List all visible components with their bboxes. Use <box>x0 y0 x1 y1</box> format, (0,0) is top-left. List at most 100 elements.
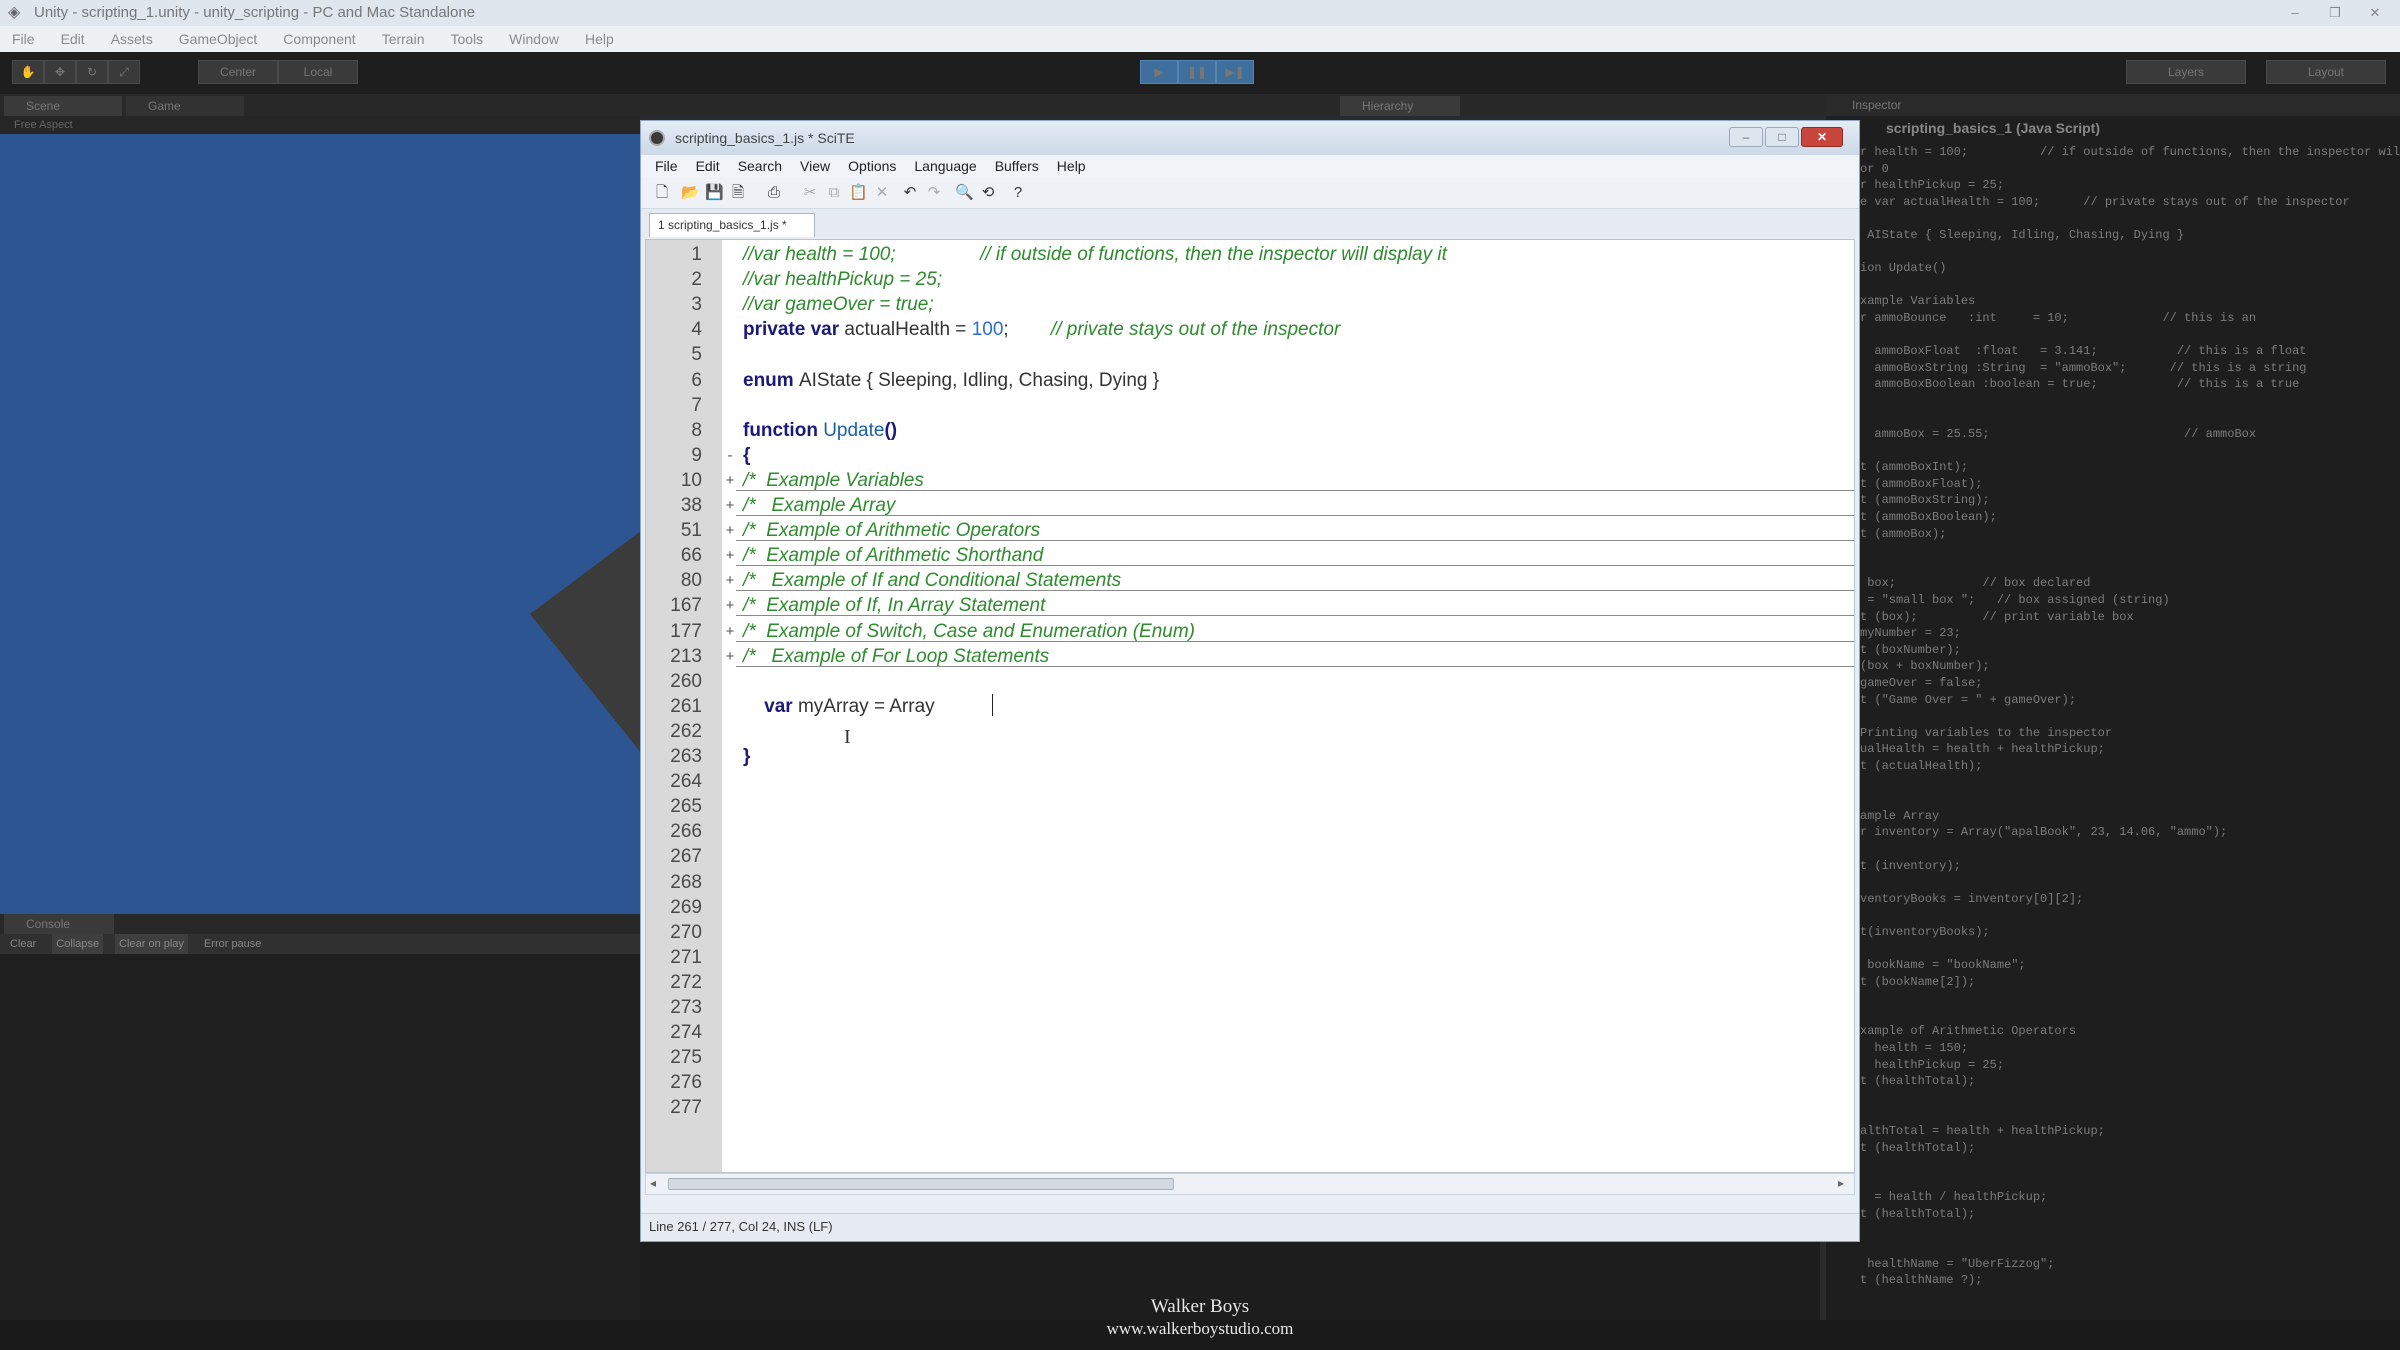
scale-tool-icon[interactable]: ⤢ <box>108 60 140 84</box>
open-file-icon[interactable]: 📂 <box>681 184 700 202</box>
find-replace-icon[interactable]: ⟲ <box>979 184 997 202</box>
menu-component[interactable]: Component <box>283 26 355 52</box>
scroll-left-icon[interactable]: ◂ <box>650 1176 656 1190</box>
line-number: 1 <box>691 244 702 265</box>
editor-status-bar: Line 261 / 277, Col 24, INS (LF) <box>641 1213 1859 1241</box>
pivot-local-toggle[interactable]: Local <box>278 60 358 84</box>
code-token: /* Example of For Loop Statements <box>743 645 1050 667</box>
menu-file[interactable]: File <box>12 26 35 52</box>
tab-hierarchy[interactable]: Hierarchy <box>1340 96 1460 116</box>
ibeam-cursor-icon: I <box>844 726 851 748</box>
code-line: private var actualHealth = 100; // priva… <box>743 317 1340 342</box>
cut-icon[interactable]: ✂ <box>801 184 819 202</box>
print-icon[interactable]: ⎙ <box>765 184 783 202</box>
fold-expand-icon[interactable]: + <box>724 593 736 618</box>
code-token: 100 <box>971 319 1004 341</box>
credit-url: www.walkerboystudio.com <box>1106 1319 1294 1338</box>
code-token: // private stays out of the inspector <box>1035 319 1341 341</box>
editor-menu-help[interactable]: Help <box>1057 155 1086 177</box>
menu-gameobject[interactable]: GameObject <box>179 26 258 52</box>
editor-menu-edit[interactable]: Edit <box>696 155 720 177</box>
editor-menu-file[interactable]: File <box>655 155 678 177</box>
line-number: 9 <box>691 444 702 466</box>
fold-expand-icon[interactable]: + <box>724 568 736 593</box>
tab-scene[interactable]: Scene <box>4 96 122 116</box>
inspector-code-line: ammoBoxFloat :float = 3.141; // this is … <box>1860 344 2307 359</box>
play-button-icon[interactable]: ▶ <box>1140 60 1178 84</box>
line-number: 267 <box>670 846 702 868</box>
scrollbar-thumb[interactable] <box>668 1178 1174 1190</box>
console-toolbar: Clear Collapse Clear on play Error pause <box>0 934 640 954</box>
fold-line <box>736 515 1854 516</box>
fold-expand-icon[interactable]: + <box>724 644 736 669</box>
inspector-code-line: t (healthTotal); <box>1860 1140 1976 1155</box>
editor-menu-buffers[interactable]: Buffers <box>995 155 1039 177</box>
help-icon[interactable]: ? <box>1009 184 1027 202</box>
tab-inspector[interactable]: Inspector <box>1826 94 2400 116</box>
code-editor[interactable]: I 1 //var health = 100; // if outside of … <box>645 239 1855 1173</box>
move-tool-icon[interactable]: ✥ <box>44 60 76 84</box>
hand-tool-icon[interactable]: ✋ <box>12 60 44 84</box>
editor-minimize-icon[interactable]: – <box>1729 127 1763 147</box>
inspector-code-line: ammoBox = 25.55; // ammoBox <box>1860 427 2257 442</box>
tab-console[interactable]: Console <box>4 914 114 934</box>
editor-menu-view[interactable]: View <box>800 155 830 177</box>
undo-icon[interactable]: ↶ <box>901 184 919 202</box>
console-clear-button[interactable]: Clear <box>6 934 40 954</box>
find-icon[interactable]: 🔍 <box>955 184 974 202</box>
editor-close-icon[interactable]: ✕ <box>1801 127 1843 147</box>
editor-maximize-icon[interactable]: □ <box>1765 127 1799 147</box>
pause-button-icon[interactable]: ❚❚ <box>1178 60 1216 84</box>
pivot-center-toggle[interactable]: Center <box>198 60 278 84</box>
menu-assets[interactable]: Assets <box>111 26 153 52</box>
maximize-icon[interactable]: ❐ <box>2322 4 2348 22</box>
tab-game[interactable]: Game <box>126 96 244 116</box>
line-number: 10 <box>680 469 702 491</box>
close-file-icon[interactable]: 🗎 <box>729 184 747 202</box>
code-token: /* Example Variables <box>743 469 924 491</box>
editor-menu-language[interactable]: Language <box>914 155 976 177</box>
fold-expand-icon[interactable]: + <box>724 493 736 518</box>
fold-expand-icon[interactable]: + <box>724 518 736 543</box>
menu-terrain[interactable]: Terrain <box>382 26 425 52</box>
inspector-code-line: Printing variables to the inspector <box>1860 725 2113 740</box>
fold-expand-icon[interactable]: + <box>724 468 736 493</box>
minimize-icon[interactable]: – <box>2282 4 2308 22</box>
console-error-pause-button[interactable]: Error pause <box>200 934 265 954</box>
editor-menu-search[interactable]: Search <box>738 155 782 177</box>
inspector-code-line <box>1860 1156 2400 1173</box>
horizontal-scrollbar[interactable]: ◂ ▸ <box>645 1173 1855 1195</box>
close-icon[interactable]: ✕ <box>2362 4 2388 22</box>
menu-help[interactable]: Help <box>585 26 614 52</box>
scroll-right-icon[interactable]: ▸ <box>1838 1176 1844 1190</box>
layers-dropdown[interactable]: Layers <box>2126 60 2246 84</box>
delete-icon[interactable]: ✕ <box>873 184 891 202</box>
save-icon[interactable]: 💾 <box>705 184 724 202</box>
inspector-code-line: AIState { Sleeping, Idling, Chasing, Dyi… <box>1860 227 2185 242</box>
paste-icon[interactable]: 📋 <box>849 184 868 202</box>
inspector-code-line <box>1860 1223 2400 1240</box>
step-button-icon[interactable]: ▶❚ <box>1216 60 1254 84</box>
code-line: /* Example Variables <box>743 468 924 493</box>
code-token: var <box>764 695 798 717</box>
rotate-tool-icon[interactable]: ↻ <box>76 60 108 84</box>
editor-menu-options[interactable]: Options <box>848 155 896 177</box>
game-aspect-dropdown[interactable]: Free Aspect <box>0 116 640 134</box>
redo-icon[interactable]: ↷ <box>925 184 943 202</box>
menu-window[interactable]: Window <box>509 26 559 52</box>
console-collapse-button[interactable]: Collapse <box>52 934 104 954</box>
fold-expand-icon[interactable]: + <box>724 619 736 644</box>
copy-icon[interactable]: ⧉ <box>825 184 843 202</box>
editor-file-tab[interactable]: 1 scripting_basics_1.js * <box>649 213 815 237</box>
new-file-icon[interactable]: 🗋 <box>653 184 671 202</box>
fold-collapse-icon[interactable]: - <box>724 443 736 468</box>
menu-edit[interactable]: Edit <box>61 26 85 52</box>
console-clear-on-play-button[interactable]: Clear on play <box>115 934 188 954</box>
inspector-code-line: t (ammoBoxString); <box>1860 493 1990 508</box>
menu-tools[interactable]: Tools <box>450 26 483 52</box>
unity-title-bar: ◈ Unity - scripting_1.unity - unity_scri… <box>0 0 2400 26</box>
fold-expand-icon[interactable]: + <box>724 543 736 568</box>
inspector-code-line <box>1860 1306 2400 1320</box>
layout-dropdown[interactable]: Layout <box>2266 60 2386 84</box>
game-view[interactable] <box>0 134 640 914</box>
